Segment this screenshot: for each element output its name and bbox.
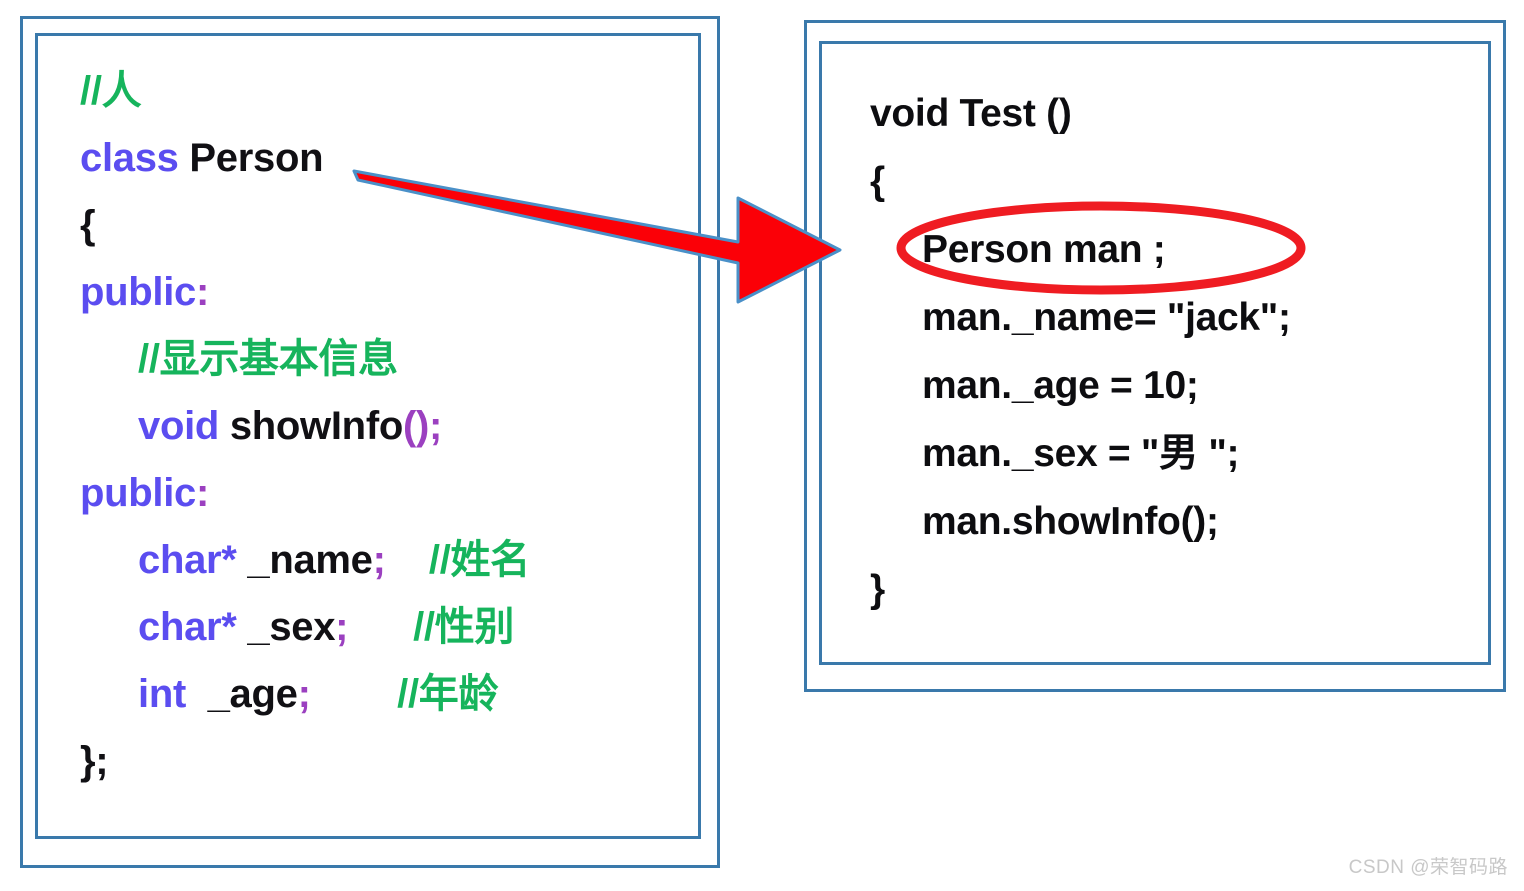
code-line: void showInfo(); bbox=[80, 393, 698, 460]
code-line: man._name= "jack"; bbox=[922, 296, 1291, 339]
code-token: //显示基本信息 bbox=[138, 337, 398, 381]
code-token: void bbox=[138, 404, 230, 448]
code-token: int bbox=[138, 672, 186, 716]
code-token: { bbox=[80, 203, 96, 247]
code-token: _name bbox=[236, 538, 373, 582]
code-token: //人 bbox=[80, 69, 142, 113]
class-definition-code: //人 class Person { public: //显示基本信息 void show… bbox=[38, 36, 698, 836]
code-token: //性别 bbox=[413, 605, 515, 649]
code-token: ; bbox=[372, 538, 386, 582]
code-token: public bbox=[80, 471, 196, 515]
code-line: public: bbox=[80, 460, 698, 527]
code-token: : bbox=[195, 270, 210, 314]
code-line: class Person bbox=[80, 125, 698, 192]
code-token: : bbox=[195, 471, 210, 515]
code-token: char* bbox=[138, 605, 237, 649]
code-line: char* _name; //姓名 bbox=[80, 527, 698, 594]
code-line: public: bbox=[80, 259, 698, 326]
test-function-panel-inner: void Test () { Person man ; man._name= "jac… bbox=[819, 41, 1491, 665]
code-line: } bbox=[870, 568, 885, 611]
code-line: { bbox=[870, 160, 885, 203]
code-token: Person bbox=[189, 136, 324, 180]
code-token: class bbox=[80, 136, 190, 180]
code-token: ; bbox=[335, 605, 349, 649]
code-token: //姓名 bbox=[428, 538, 530, 582]
code-token: }; bbox=[80, 739, 109, 783]
code-line: //显示基本信息 bbox=[80, 326, 698, 393]
test-function-code: void Test () { Person man ; man._name= "jac… bbox=[822, 44, 1488, 662]
code-token: public bbox=[80, 270, 196, 314]
csdn-watermark: CSDN @荣智码路 bbox=[1348, 857, 1508, 878]
code-line: int _age; //年龄 bbox=[80, 661, 698, 728]
code-token: ; bbox=[297, 672, 311, 716]
code-line: { bbox=[80, 192, 698, 259]
code-line: man.showInfo(); bbox=[922, 500, 1219, 543]
class-definition-panel-inner: //人 class Person { public: //显示基本信息 void show… bbox=[35, 33, 701, 839]
code-token: //年龄 bbox=[397, 672, 499, 716]
code-line: man._sex = "男 "; bbox=[922, 432, 1240, 475]
code-line: man._age = 10; bbox=[922, 364, 1199, 407]
code-token: _age bbox=[185, 672, 298, 716]
code-token: showInfo bbox=[229, 404, 403, 448]
test-function-panel: void Test () { Person man ; man._name= "jac… bbox=[804, 20, 1506, 692]
code-token: (); bbox=[402, 404, 443, 448]
code-token: _sex bbox=[236, 605, 336, 649]
code-line: void Test () bbox=[870, 92, 1072, 135]
code-line: }; bbox=[80, 728, 698, 795]
code-line: Person man ; bbox=[922, 228, 1166, 271]
code-line: //人 bbox=[80, 58, 698, 125]
class-definition-panel: //人 class Person { public: //显示基本信息 void show… bbox=[20, 16, 720, 868]
code-token: char* bbox=[138, 538, 237, 582]
code-line: char* _sex; //性别 bbox=[80, 594, 698, 661]
diagram-canvas: //人 class Person { public: //显示基本信息 void show… bbox=[0, 0, 1524, 891]
